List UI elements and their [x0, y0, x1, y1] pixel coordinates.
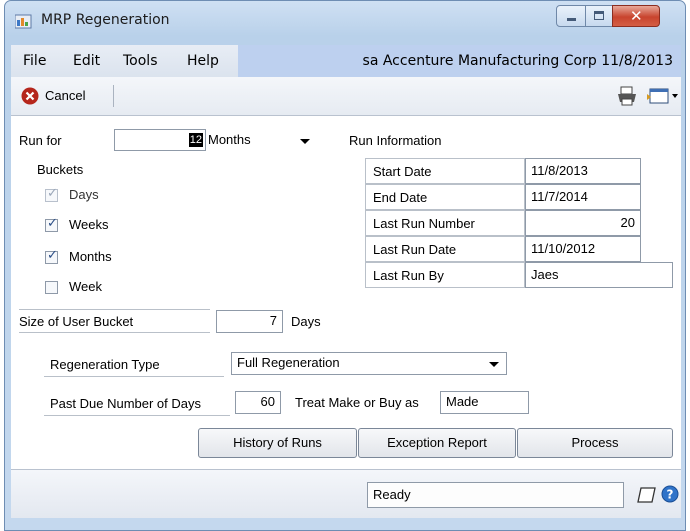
- user-bucket-unit: Days: [291, 314, 321, 329]
- last-run-date-label-box: Last Run Date: [365, 236, 525, 262]
- past-due-label-box: Past Due Number of Days: [44, 391, 230, 416]
- months-checkbox[interactable]: ✓: [45, 248, 58, 264]
- last-run-by-label: Last Run By: [373, 268, 444, 283]
- status-bar: Ready ?: [11, 469, 681, 518]
- last-run-by-field: Jaes: [525, 262, 673, 288]
- past-due-input[interactable]: 60: [235, 391, 281, 414]
- maximize-button[interactable]: [585, 5, 613, 27]
- last-run-number-field: 20: [525, 210, 641, 236]
- company-info: sa Accenture Manufacturing Corp 11/8/201…: [362, 53, 673, 69]
- menu-file[interactable]: File: [23, 53, 46, 69]
- status-text: Ready: [367, 482, 624, 508]
- window-title: MRP Regeneration: [41, 12, 170, 28]
- end-date-label-box: End Date: [365, 184, 525, 210]
- run-for-unit-dropdown[interactable]: Months: [206, 129, 318, 151]
- regeneration-type-label-box: Regeneration Type: [44, 352, 224, 377]
- months-checkbox-label: Months: [69, 249, 112, 264]
- menu-tools[interactable]: Tools: [123, 53, 158, 69]
- run-information-label: Run Information: [349, 133, 442, 148]
- title-bar[interactable]: MRP Regeneration ✕: [5, 1, 685, 41]
- end-date-label: End Date: [373, 190, 428, 205]
- run-for-unit: Months: [208, 132, 251, 147]
- close-button[interactable]: ✕: [612, 5, 660, 27]
- last-run-date-field: 11/10/2012: [525, 236, 641, 262]
- regeneration-type-label: Regeneration Type: [50, 357, 160, 372]
- cancel-icon: [21, 87, 39, 105]
- end-date-field: 11/7/2014: [525, 184, 641, 210]
- menu-bar: sa Accenture Manufacturing Corp 11/8/201…: [11, 45, 681, 78]
- week-checkbox-label: Week: [69, 279, 102, 294]
- menu-help[interactable]: Help: [187, 53, 219, 69]
- days-checkbox-label: Days: [69, 187, 99, 202]
- buckets-label: Buckets: [37, 162, 84, 177]
- exception-report-button[interactable]: Exception Report: [358, 428, 516, 458]
- start-date-label: Start Date: [373, 164, 432, 179]
- form-area: Run for 12 Months Buckets ✓ Days ✓ Weeks…: [11, 115, 681, 469]
- note-icon[interactable]: [637, 486, 657, 504]
- window-frame: MRP Regeneration ✕ sa Accenture Manufact…: [4, 0, 686, 531]
- app-icon: [15, 14, 32, 29]
- svg-text:?: ?: [667, 488, 674, 502]
- menu-edit[interactable]: Edit: [73, 53, 100, 69]
- make-or-buy-field[interactable]: Made: [440, 391, 529, 414]
- run-for-label: Run for: [19, 133, 62, 148]
- toolbar-divider: [113, 85, 114, 107]
- last-run-date-label: Last Run Date: [373, 242, 457, 257]
- last-run-number-label-box: Last Run Number: [365, 210, 525, 236]
- weeks-checkbox[interactable]: ✓: [45, 216, 58, 232]
- regeneration-type-value: Full Regeneration: [237, 355, 340, 370]
- last-run-by-label-box: Last Run By: [365, 262, 525, 288]
- week-checkbox[interactable]: [45, 281, 58, 294]
- past-due-label: Past Due Number of Days: [50, 396, 202, 411]
- close-icon: ✕: [630, 7, 643, 25]
- days-checkbox[interactable]: ✓: [45, 186, 58, 202]
- user-bucket-input[interactable]: 7: [216, 310, 283, 333]
- history-of-runs-button[interactable]: History of Runs: [198, 428, 357, 458]
- chevron-down-icon: [489, 362, 499, 367]
- company-strip: sa Accenture Manufacturing Corp 11/8/201…: [238, 45, 681, 77]
- process-button[interactable]: Process: [517, 428, 673, 458]
- help-icon[interactable]: ?: [661, 485, 679, 503]
- make-or-buy-label: Treat Make or Buy as: [295, 395, 419, 410]
- run-for-input[interactable]: 12: [114, 129, 206, 151]
- minimize-icon: [567, 18, 576, 21]
- check-icon: ✓: [47, 248, 58, 263]
- start-date-label-box: Start Date: [365, 158, 525, 184]
- weeks-checkbox-label: Weeks: [69, 217, 109, 232]
- toolbar: Cancel: [11, 77, 681, 116]
- start-date-field: 11/8/2013: [525, 158, 641, 184]
- minimize-button[interactable]: [556, 5, 586, 27]
- last-run-number-label: Last Run Number: [373, 216, 475, 231]
- window-options-icon[interactable]: [647, 86, 679, 106]
- run-for-value: 12: [188, 133, 203, 147]
- check-icon: ✓: [47, 186, 58, 201]
- chevron-down-icon: [300, 139, 310, 144]
- regeneration-type-dropdown[interactable]: Full Regeneration: [231, 352, 507, 375]
- user-bucket-label: Size of User Bucket: [19, 314, 134, 329]
- cancel-button[interactable]: Cancel: [17, 83, 109, 109]
- print-icon[interactable]: [617, 86, 637, 106]
- maximize-icon: [594, 11, 604, 20]
- cancel-label: Cancel: [45, 88, 86, 103]
- user-bucket-label-box: Size of User Bucket: [19, 309, 210, 333]
- check-icon: ✓: [47, 216, 58, 231]
